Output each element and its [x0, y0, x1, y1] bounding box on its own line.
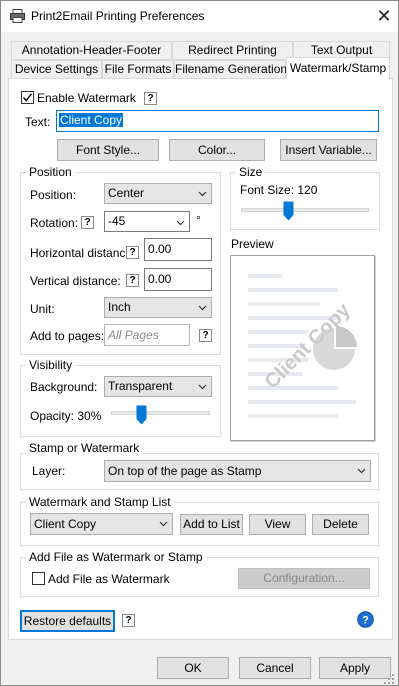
unit-label: Unit:	[30, 302, 55, 316]
position-label: Position:	[30, 188, 77, 202]
tab-filename-generation[interactable]: Filename Generation	[174, 60, 287, 79]
visibility-group-label: Visibility	[26, 359, 76, 372]
preview-line	[248, 330, 308, 334]
close-icon: ✕	[376, 6, 392, 26]
opacity-slider-track[interactable]	[111, 411, 210, 415]
preferences-window: Print2Email Printing Preferences ✕ Annot…	[0, 0, 399, 686]
font-style-button[interactable]: Font Style...	[57, 139, 159, 161]
vertical-distance-input[interactable]: 0.00	[144, 268, 212, 291]
apply-button[interactable]: Apply	[319, 657, 391, 679]
enable-watermark-label[interactable]: Enable Watermark	[37, 91, 136, 105]
position-select[interactable]: Center	[104, 183, 212, 204]
hdist-help-icon[interactable]: ?	[126, 246, 139, 259]
text-label: Text:	[25, 115, 51, 129]
watermark-text-value: Client Copy	[59, 113, 124, 127]
background-label: Background:	[30, 380, 98, 394]
position-value: Center	[108, 186, 145, 200]
size-group-label: Size	[236, 166, 266, 179]
font-size-slider-track[interactable]	[241, 208, 369, 212]
preview-line	[248, 302, 320, 306]
close-button[interactable]: ✕	[371, 4, 397, 30]
preview-line	[248, 288, 338, 292]
checkmark-icon	[22, 93, 33, 102]
watermark-list-group-label: Watermark and Stamp List	[26, 496, 174, 509]
rotation-value: -45	[108, 214, 126, 228]
add-to-pages-label: Add to pages:	[30, 329, 105, 343]
layer-value: On top of the page as Stamp	[108, 464, 262, 478]
preview-line	[248, 274, 282, 278]
font-size-slider-thumb[interactable]	[283, 201, 294, 221]
opacity-label: Opacity: 30%	[30, 409, 102, 423]
tab-watermark-stamp[interactable]: Watermark/Stamp	[286, 57, 390, 79]
pages-help-icon[interactable]: ?	[199, 329, 212, 342]
chevron-down-icon	[198, 191, 207, 197]
font-size-label: Font Size: 120	[240, 183, 318, 197]
tab-redirect-printing[interactable]: Redirect Printing	[172, 41, 293, 60]
vertical-distance-label: Vertical distance:	[30, 274, 121, 288]
layer-select[interactable]: On top of the page as Stamp	[104, 460, 371, 482]
tab-device-settings[interactable]: Device Settings	[11, 60, 102, 79]
rotation-label: Rotation:	[30, 216, 79, 230]
degree-symbol: °	[196, 213, 201, 227]
add-to-list-button[interactable]: Add to List	[180, 514, 243, 535]
watermark-preview: Client Copy	[230, 255, 375, 441]
watermark-list-select[interactable]: Client Copy	[30, 513, 173, 535]
stamp-group-label: Stamp or Watermark	[26, 442, 143, 455]
configuration-button[interactable]: Configuration...	[238, 568, 370, 589]
preview-line	[248, 414, 338, 418]
watermark-text-input[interactable]: Client Copy	[56, 110, 379, 132]
printer-icon	[10, 9, 25, 23]
title-bar[interactable]: Print2Email Printing Preferences ✕	[1, 1, 398, 32]
chevron-down-icon	[176, 220, 185, 226]
horizontal-distance-label: Horizontal distance:	[30, 246, 136, 260]
add-file-checkbox[interactable]	[32, 572, 45, 585]
add-to-pages-input[interactable]: All Pages	[104, 324, 190, 346]
unit-value: Inch	[108, 300, 131, 314]
delete-button[interactable]: Delete	[312, 514, 369, 535]
help-circle-icon[interactable]: ?	[357, 611, 374, 628]
chevron-down-icon	[198, 384, 207, 390]
cancel-button[interactable]: Cancel	[239, 657, 311, 679]
chevron-down-icon	[159, 521, 168, 527]
rotation-help-icon[interactable]: ?	[81, 216, 94, 229]
horizontal-distance-input[interactable]: 0.00	[144, 238, 212, 261]
layer-label: Layer:	[32, 464, 66, 478]
preview-label: Preview	[231, 237, 274, 251]
restore-defaults-button[interactable]: Restore defaults	[20, 610, 115, 632]
ok-button[interactable]: OK	[157, 657, 229, 679]
help-icon[interactable]: ?	[144, 92, 157, 105]
unit-select[interactable]: Inch	[104, 297, 212, 318]
enable-watermark-checkbox[interactable]	[21, 91, 34, 104]
size-group	[230, 172, 380, 230]
color-button[interactable]: Color...	[169, 139, 265, 161]
insert-variable-button[interactable]: Insert Variable...	[280, 139, 377, 161]
rotation-combo[interactable]: -45	[104, 211, 190, 232]
background-value: Transparent	[108, 379, 173, 393]
chevron-down-icon	[357, 468, 366, 474]
tab-annotation-header-footer[interactable]: Annotation-Header-Footer	[11, 41, 172, 60]
vdist-help-icon[interactable]: ?	[126, 274, 139, 287]
add-file-group-label: Add File as Watermark or Stamp	[26, 551, 206, 564]
svg-text:?: ?	[362, 615, 369, 627]
position-group-label: Position	[26, 166, 75, 179]
restore-help-icon[interactable]: ?	[122, 614, 135, 627]
view-button[interactable]: View	[249, 514, 306, 535]
opacity-slider-thumb[interactable]	[136, 405, 147, 425]
preview-line	[248, 400, 356, 404]
tab-file-formats[interactable]: File Formats	[102, 60, 174, 79]
chevron-down-icon	[198, 305, 207, 311]
add-file-checkbox-label[interactable]: Add File as Watermark	[48, 572, 170, 586]
window-title: Print2Email Printing Preferences	[31, 9, 205, 23]
background-select[interactable]: Transparent	[104, 376, 212, 397]
resize-grip-icon[interactable]	[383, 673, 395, 685]
watermark-list-value: Client Copy	[34, 517, 97, 531]
